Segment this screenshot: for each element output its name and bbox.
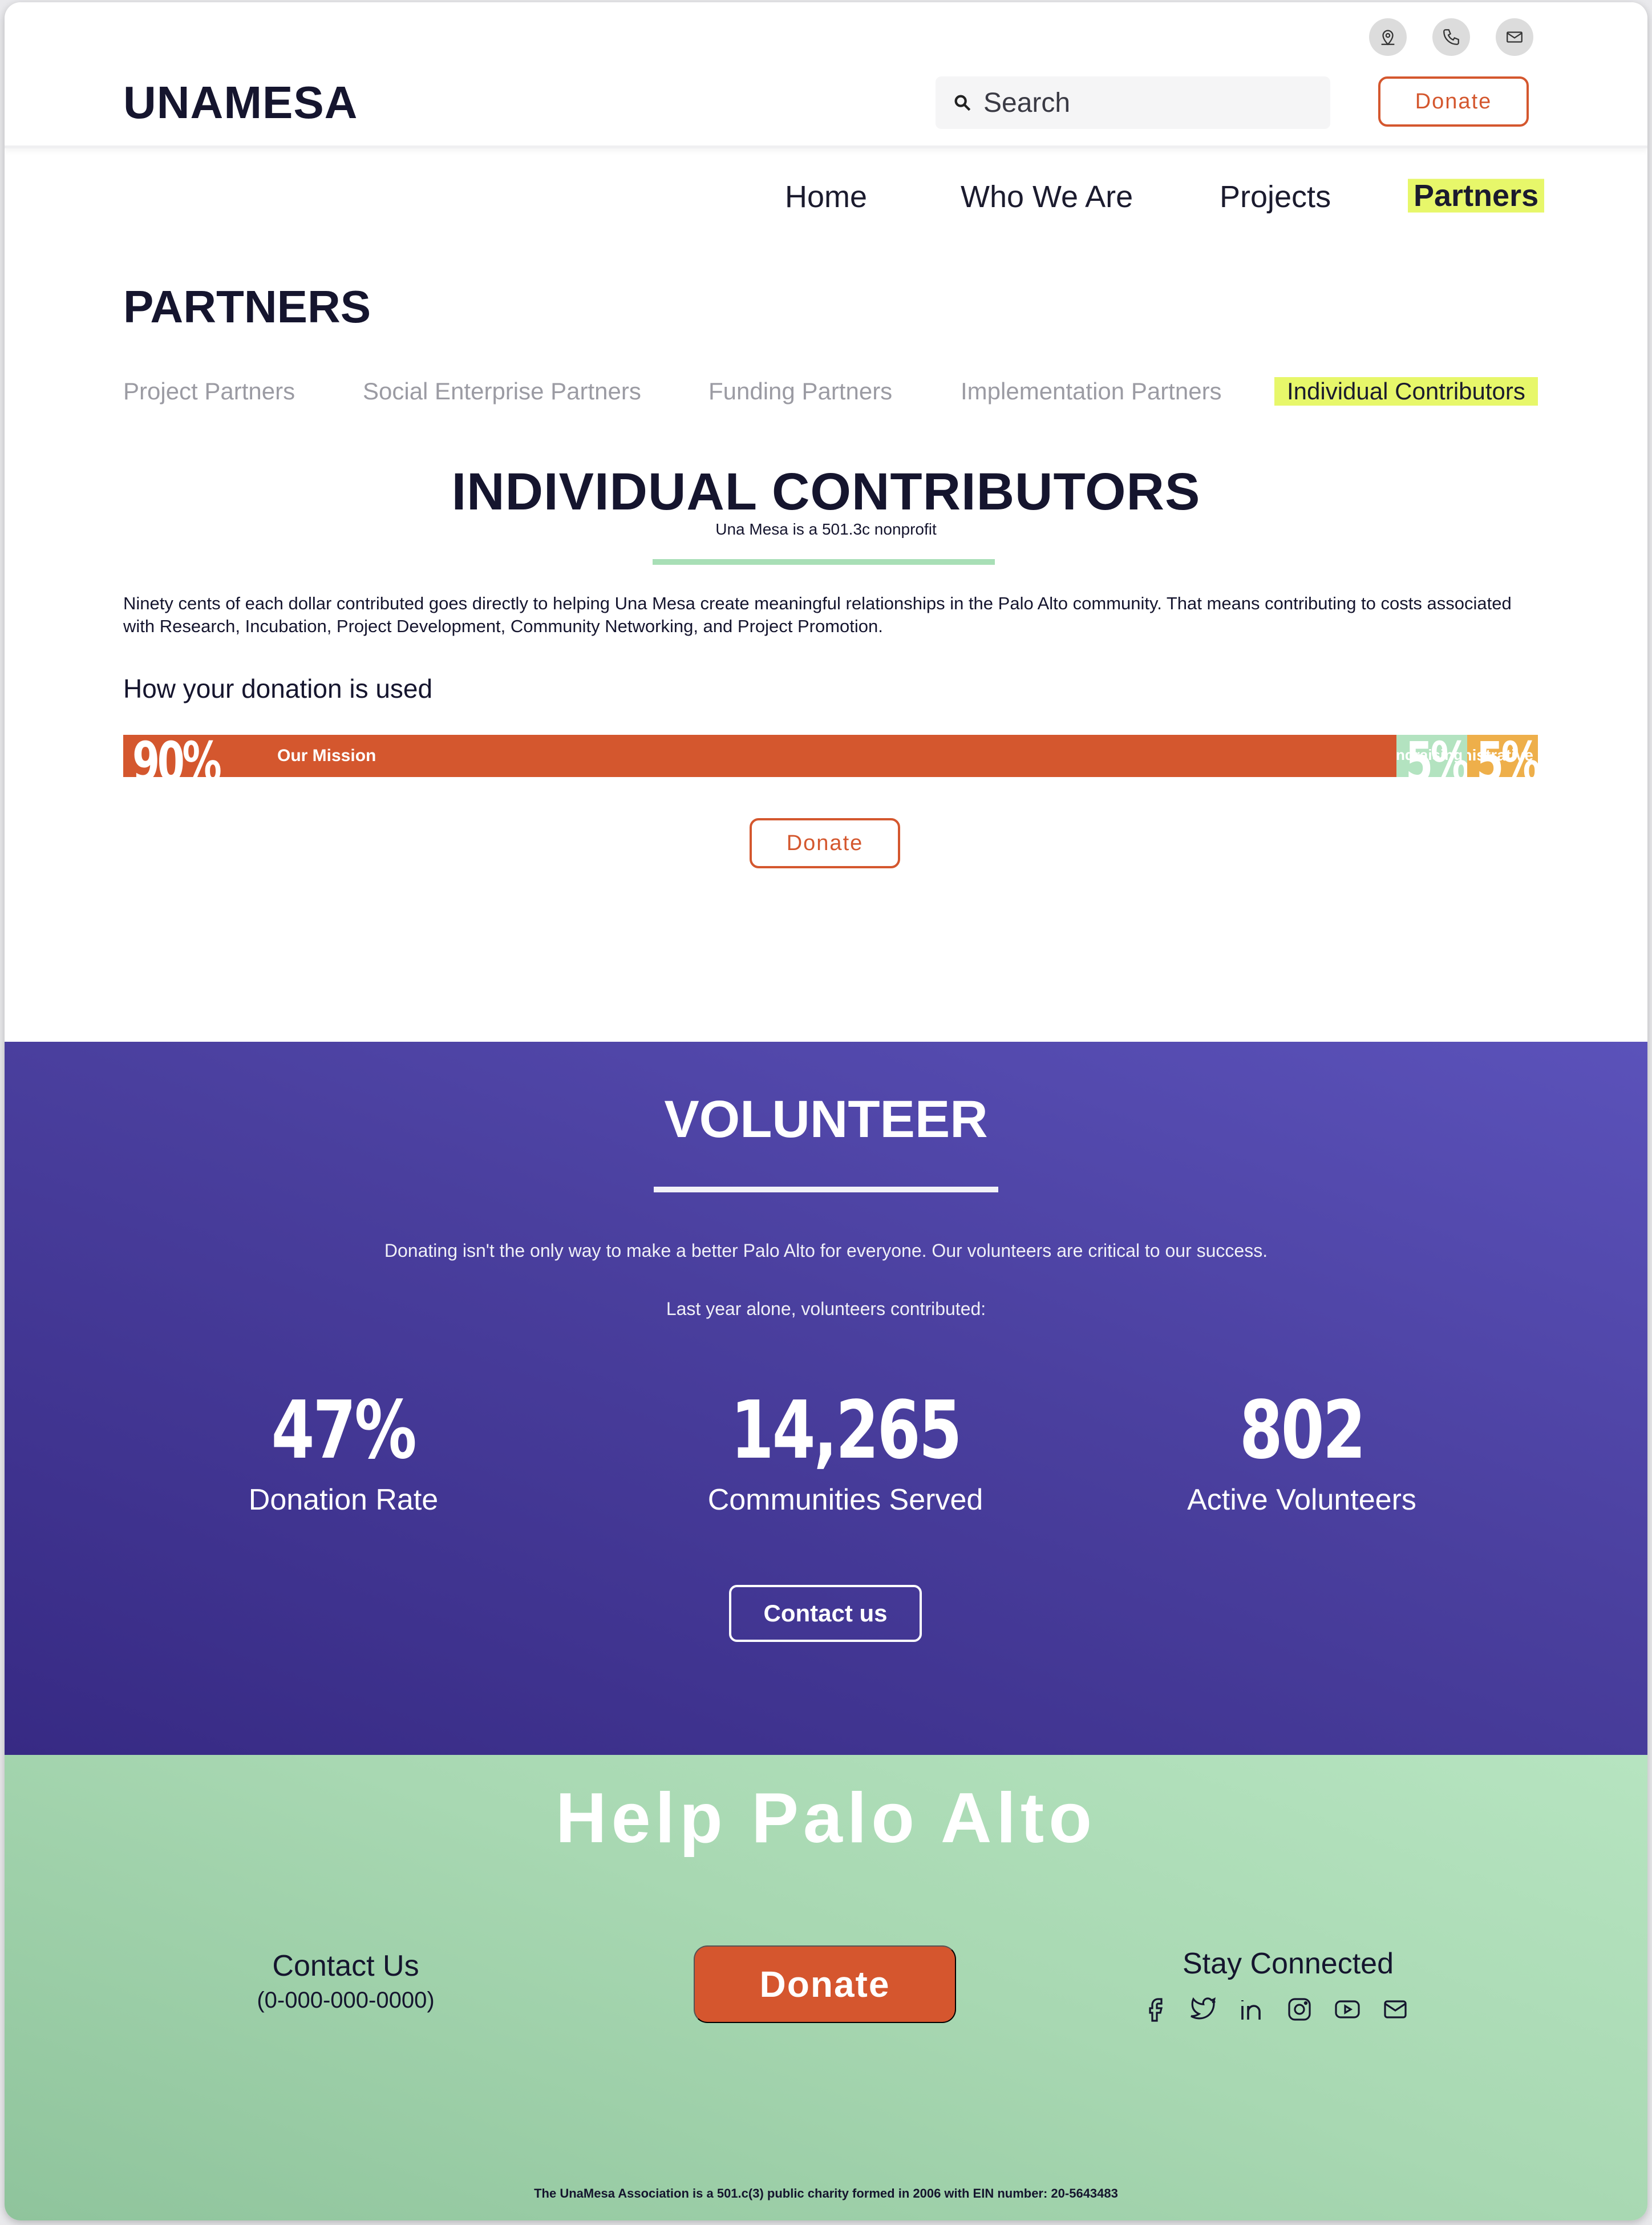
donate-button[interactable]: Donate <box>750 818 900 868</box>
instagram-icon[interactable] <box>1285 1995 1314 2024</box>
volunteer-text: Donating isn't the only way to make a be… <box>384 1240 1268 1261</box>
nav-item-partners[interactable]: Partners <box>1408 176 1545 216</box>
stat-label: Communities Served <box>707 1483 983 1516</box>
location-icon[interactable] <box>1369 18 1407 56</box>
tab-funding-partners[interactable]: Funding Partners <box>708 378 892 405</box>
stat-label: Active Volunteers <box>1187 1483 1416 1516</box>
bar-segment-our-mission: 90% Our Mission <box>123 735 1396 777</box>
page-title: PARTNERS <box>123 281 371 332</box>
stay-connected-heading: Stay Connected <box>1182 1947 1394 1980</box>
legal-notice: The UnaMesa Association is a 501.c(3) pu… <box>534 2186 1118 2200</box>
footer-title: Help Palo Alto <box>556 1779 1096 1858</box>
volunteer-title: VOLUNTEER <box>664 1090 988 1148</box>
donation-usage-bar: 90% Our Mission 5%Fundraising5%Administrat… <box>123 735 1538 777</box>
nav-item-projects[interactable]: Projects <box>1220 179 1331 215</box>
site-logo[interactable]: UNAMESA <box>123 76 358 129</box>
stat-donation-rate: 47% Donation Rate <box>144 1384 543 1517</box>
page-frame: UNAMESA Donate Home Who We Are Projects … <box>5 2 1647 2220</box>
search-icon <box>954 95 971 111</box>
search-input[interactable] <box>983 87 1303 119</box>
bar-category-label: Fundraising <box>1396 746 1463 763</box>
bar-category-label: Our Mission <box>277 746 376 765</box>
mail-icon[interactable] <box>1496 18 1533 56</box>
footer-contact-heading: Contact Us <box>272 1949 419 1983</box>
facebook-icon[interactable] <box>1141 1995 1171 2024</box>
section-subtitle: Una Mesa is a 501.3c nonprofit <box>715 520 937 538</box>
tab-individual-contributors[interactable]: Individual Contributors <box>1274 374 1538 408</box>
bar-category-label: Administrative <box>1467 746 1533 764</box>
volunteer-subtext: Last year alone, volunteers contributed: <box>666 1298 986 1319</box>
footer-phone[interactable]: (0-000-000-0000) <box>232 1988 460 2013</box>
twitter-icon[interactable] <box>1189 1995 1218 2024</box>
volunteer-section: VOLUNTEER Donating isn't the only way to… <box>5 1042 1647 1755</box>
tab-social-enterprise-partners[interactable]: Social Enterprise Partners <box>363 378 641 405</box>
contact-icons <box>1369 18 1533 56</box>
title-underline <box>653 559 995 565</box>
bar-segment-administrative: 5%Administrative <box>1467 735 1538 777</box>
section-description: Ninety cents of each dollar contributed … <box>123 593 1512 636</box>
stat-value: 47% <box>271 1384 417 1477</box>
stat-active-volunteers: 802 Active Volunteers <box>1102 1384 1501 1517</box>
email-icon[interactable] <box>1380 1995 1410 2024</box>
section-title: INDIVIDUAL CONTRIBUTORS <box>451 463 1201 521</box>
site-footer: Help Palo Alto Contact Us (0-000-000-000… <box>5 1755 1647 2220</box>
phone-icon[interactable] <box>1432 18 1470 56</box>
volunteer-underline <box>654 1187 998 1192</box>
bar-segment-fundraising: 5%Fundraising <box>1396 735 1467 777</box>
main-nav: Home Who We Are Projects Partners <box>5 176 1647 225</box>
tab-project-partners[interactable]: Project Partners <box>123 378 295 405</box>
header-donate-button[interactable]: Donate <box>1378 76 1529 127</box>
stat-value: 802 <box>1239 1384 1366 1477</box>
site-header: UNAMESA Donate <box>5 2 1647 148</box>
footer-donate-button[interactable]: Donate <box>694 1945 956 2023</box>
stat-label: Donation Rate <box>248 1483 439 1516</box>
nav-item-who-we-are[interactable]: Who We Are <box>961 179 1133 215</box>
stat-value: 14,265 <box>730 1384 962 1477</box>
nav-item-home[interactable]: Home <box>785 179 867 215</box>
youtube-icon[interactable] <box>1333 1995 1362 2024</box>
linkedin-icon[interactable] <box>1237 1995 1266 2024</box>
stat-communities-served: 14,265 Communities Served <box>646 1384 1045 1517</box>
social-links <box>1141 1995 1410 2024</box>
contact-us-button[interactable]: Contact us <box>729 1585 922 1642</box>
tab-implementation-partners[interactable]: Implementation Partners <box>961 378 1222 405</box>
search-box[interactable] <box>936 76 1330 129</box>
donation-usage-label: How your donation is used <box>123 674 433 703</box>
bar-percent-label: 90% <box>132 735 222 777</box>
